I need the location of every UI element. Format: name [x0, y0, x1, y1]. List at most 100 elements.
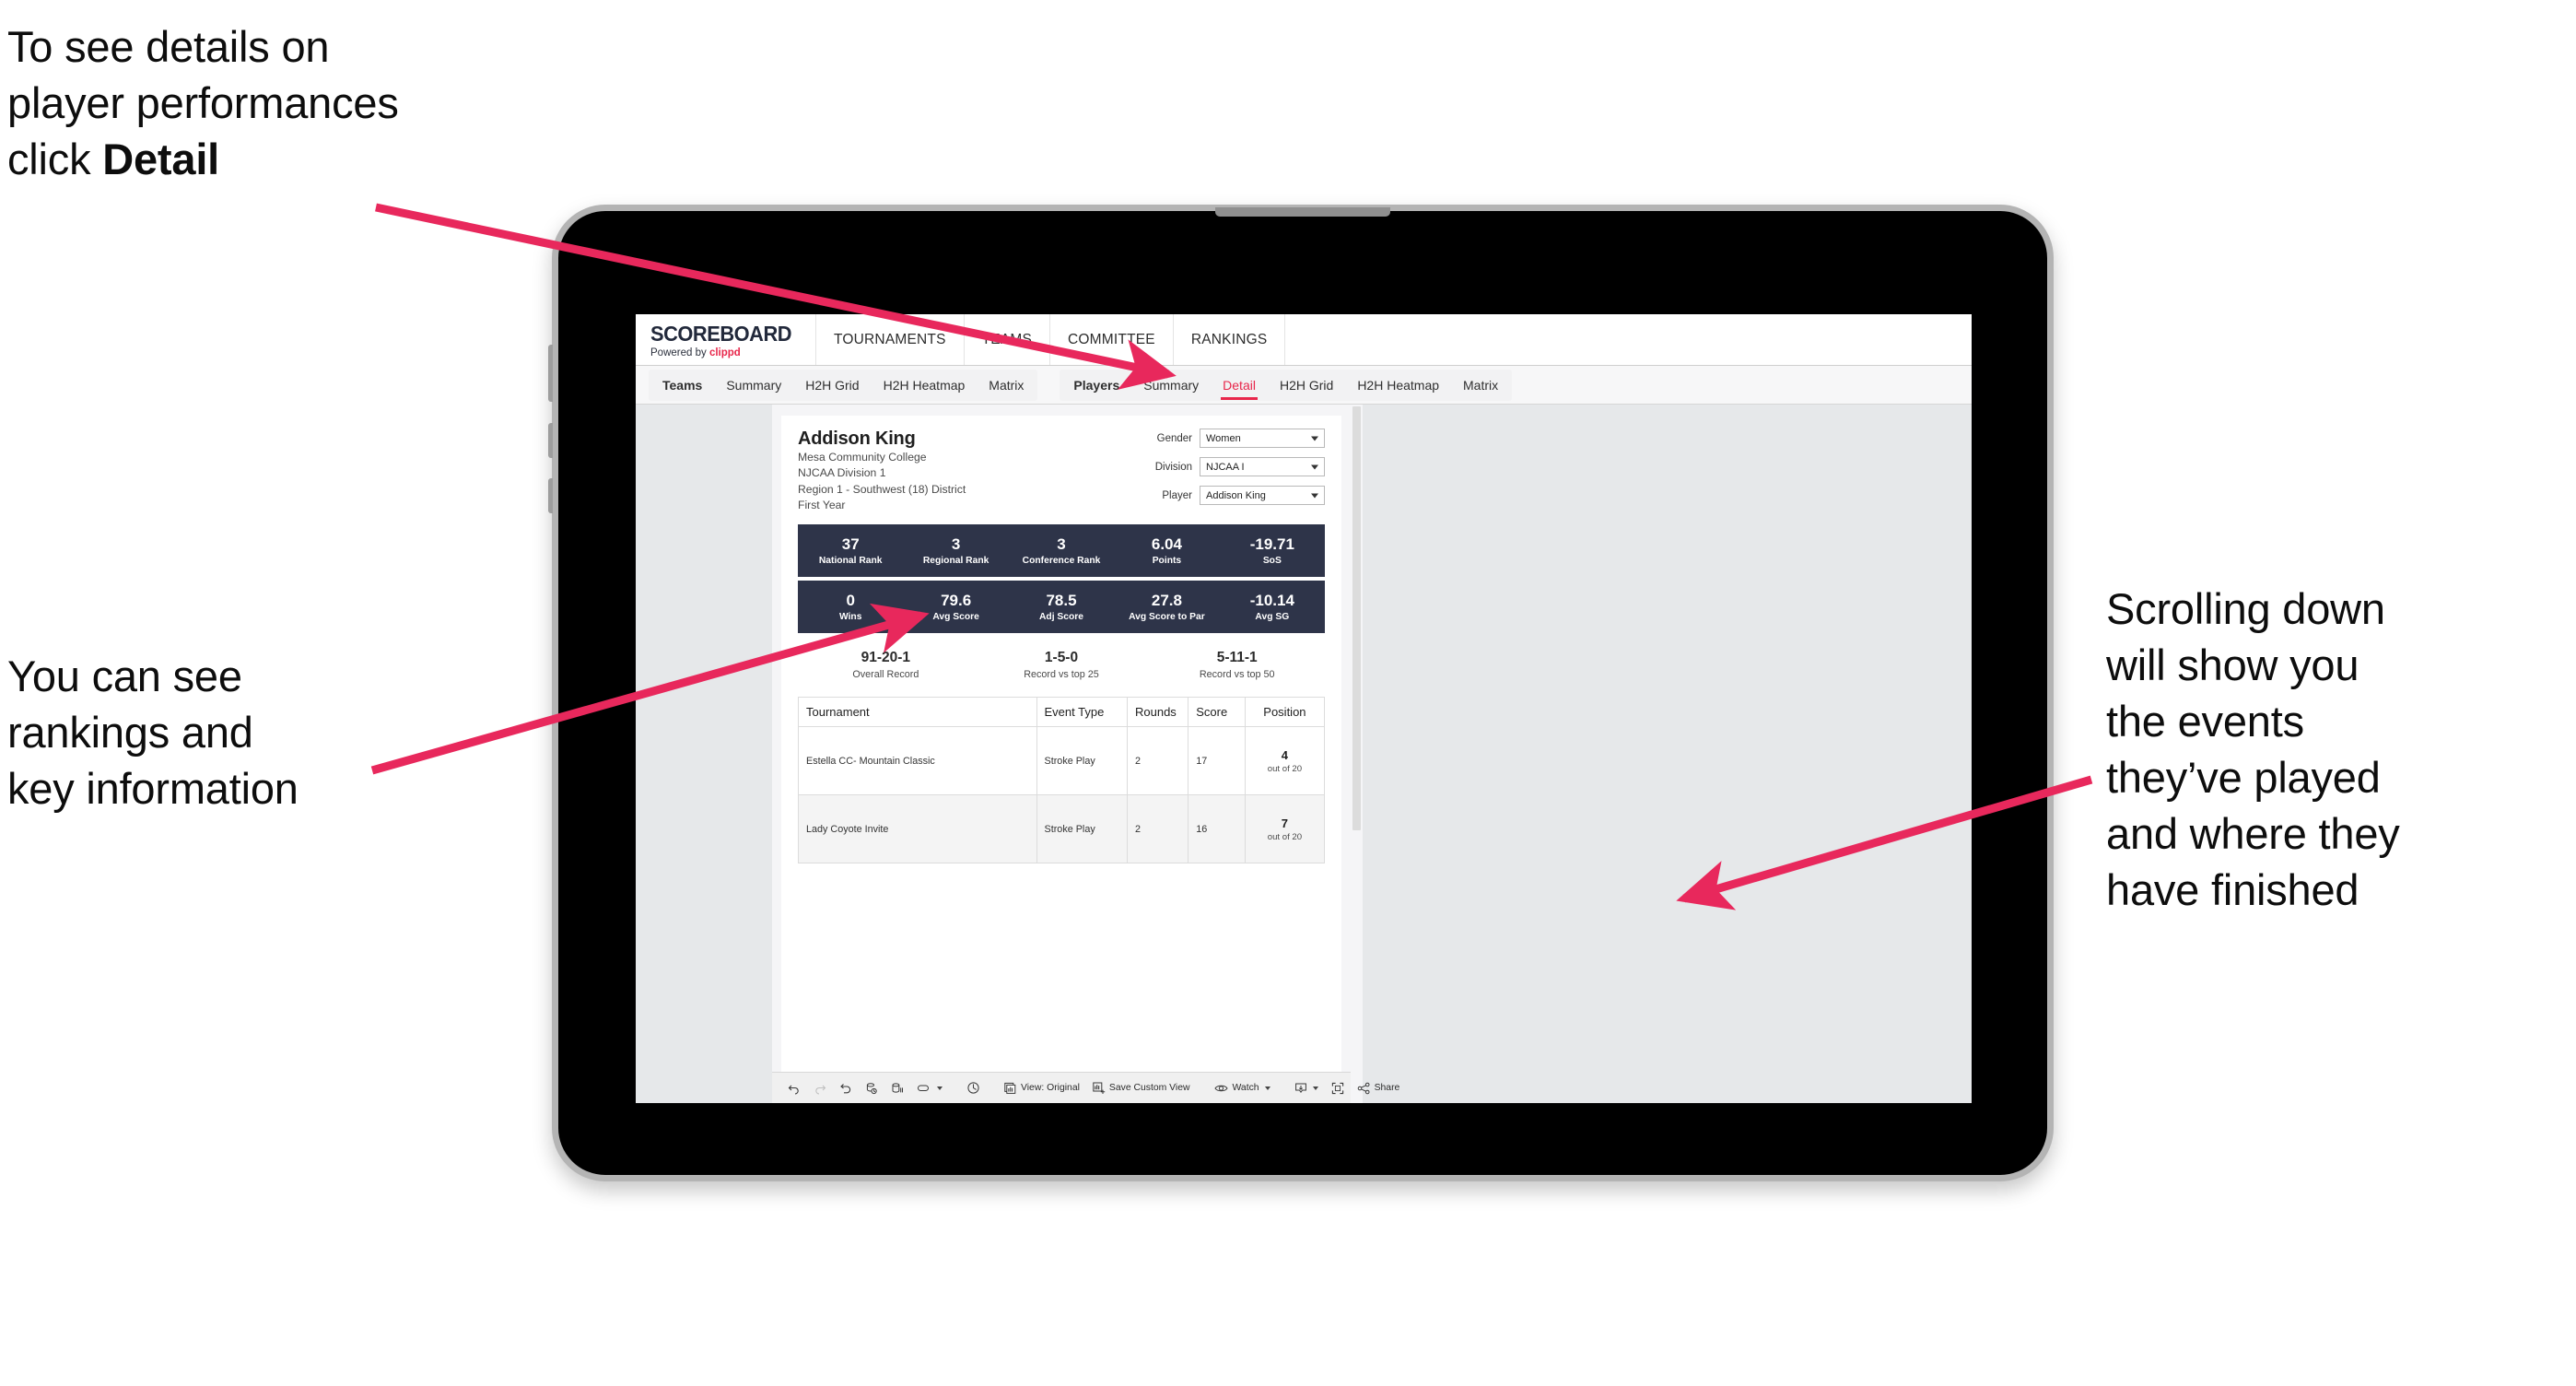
filter-label-player: Player — [1162, 489, 1192, 501]
view-original-button[interactable]: View: Original — [998, 1077, 1086, 1099]
redo-button[interactable] — [807, 1077, 833, 1099]
tab-players-summary[interactable]: Summary — [1131, 370, 1211, 401]
filter-label-gender: Gender — [1156, 432, 1192, 444]
cell-rounds: 2 — [1126, 794, 1189, 864]
pause-refresh-button[interactable] — [960, 1077, 987, 1099]
table-header-row: Tournament Event Type Rounds Score Posit… — [798, 697, 1326, 728]
filter-row-division: Division NJCAA I — [1142, 457, 1325, 476]
stat-conference-rank: 3 Conference Rank — [1009, 535, 1114, 566]
player-detail-card: Addison King Mesa Community College NJCA… — [781, 416, 1341, 864]
tablet-speaker-notch — [1215, 207, 1390, 217]
division-select-value: NJCAA I — [1206, 461, 1245, 473]
stat-adj-score: 78.5 Adj Score — [1009, 592, 1114, 622]
record-label: Record vs top 25 — [1024, 669, 1099, 681]
tab-teams-h2h-grid[interactable]: H2H Grid — [793, 370, 871, 401]
filter-label-division: Division — [1154, 461, 1192, 473]
nav-item-teams[interactable]: TEAMS — [965, 314, 1051, 365]
record-vs-top-50: 5-11-1 Record vs top 50 — [1149, 650, 1325, 680]
save-custom-view-label: Save Custom View — [1108, 1083, 1190, 1093]
fullscreen-icon — [1331, 1082, 1343, 1094]
column-header-tournament[interactable]: Tournament — [798, 697, 1037, 728]
chevron-down-icon — [1311, 436, 1318, 440]
eye-icon — [1213, 1085, 1228, 1091]
stat-label: Regional Rank — [922, 556, 989, 567]
tournaments-table: Tournament Event Type Rounds Score Posit… — [798, 697, 1326, 864]
download-button[interactable] — [1288, 1077, 1325, 1099]
pause-auto-update-button[interactable] — [910, 1077, 949, 1099]
column-header-score[interactable]: Score — [1188, 697, 1246, 728]
record-label: Overall Record — [852, 669, 919, 681]
stat-value: 3 — [1057, 535, 1066, 554]
nav-item-rankings[interactable]: RANKINGS — [1174, 314, 1286, 365]
cell-position: 7 out of 20 — [1244, 794, 1326, 864]
division-select[interactable]: NJCAA I — [1200, 457, 1325, 476]
filter-panel: Gender Women Division NJCAA I Player Add… — [1142, 429, 1325, 514]
pause-data-button[interactable] — [884, 1077, 910, 1099]
chevron-down-icon — [1311, 464, 1318, 469]
stat-points: 6.04 Points — [1114, 535, 1219, 566]
tab-teams-h2h-heatmap[interactable]: H2H Heatmap — [872, 370, 978, 401]
table-row[interactable]: Lady Coyote Invite Stroke Play 2 16 7 ou… — [798, 794, 1326, 864]
record-value: 1-5-0 — [1044, 650, 1079, 666]
tab-teams-matrix[interactable]: Matrix — [977, 370, 1036, 401]
column-header-rounds[interactable]: Rounds — [1126, 697, 1189, 728]
loop-icon — [918, 1085, 929, 1091]
player-select[interactable]: Addison King — [1200, 486, 1325, 505]
records-row: 91-20-1 Overall Record 1-5-0 Record vs t… — [798, 637, 1325, 693]
refresh-data-button[interactable] — [859, 1077, 884, 1099]
annotation-mid-left: You can see rankings and key information — [7, 648, 523, 816]
redo-icon — [815, 1085, 826, 1094]
logo-powered-text: Powered by — [650, 346, 709, 358]
tab-players-heading: Players — [1073, 377, 1120, 393]
nav-item-committee[interactable]: COMMITTEE — [1050, 314, 1174, 365]
record-value: 91-20-1 — [861, 650, 911, 666]
scrollbar-thumb[interactable] — [1352, 406, 1361, 830]
clock-icon — [967, 1082, 979, 1094]
annotation-line: will show you — [2106, 640, 2359, 690]
annotation-top-left: To see details on player performances cl… — [7, 18, 615, 187]
annotation-line: Scrolling down — [2106, 584, 2385, 633]
view-original-label: View: Original — [1021, 1083, 1080, 1093]
app-logo[interactable]: SCOREBOARD Powered by clippd — [636, 314, 816, 365]
player-select-value: Addison King — [1206, 489, 1266, 501]
gender-select[interactable]: Women — [1200, 429, 1325, 448]
stat-label: Conference Rank — [1022, 556, 1101, 567]
nav-item-tournaments[interactable]: TOURNAMENTS — [816, 314, 965, 365]
refresh-icon — [866, 1082, 877, 1094]
annotation-line: player performances — [7, 78, 399, 128]
tab-teams-heading: Teams — [662, 377, 703, 393]
stat-national-rank: 37 National Rank — [798, 535, 903, 566]
record-vs-top-25: 1-5-0 Record vs top 25 — [974, 650, 1150, 680]
save-custom-view-button[interactable]: Save Custom View — [1086, 1077, 1197, 1099]
dashboard-sheet: Addison King Mesa Community College NJCA… — [772, 405, 1351, 1103]
tab-players-h2h-grid[interactable]: H2H Grid — [1268, 370, 1345, 401]
tab-players-h2h-heatmap[interactable]: H2H Heatmap — [1345, 370, 1451, 401]
stat-label: Adj Score — [1038, 612, 1084, 623]
watch-button[interactable]: Watch — [1208, 1077, 1277, 1099]
fullscreen-button[interactable] — [1325, 1077, 1351, 1099]
undo-button[interactable] — [781, 1077, 807, 1099]
column-header-position[interactable]: Position — [1244, 697, 1326, 728]
annotation-line-prefix: click — [7, 135, 103, 184]
revert-icon — [840, 1083, 851, 1093]
annotation-right: Scrolling down will show you the events … — [2106, 581, 2558, 919]
tab-players-matrix[interactable]: Matrix — [1451, 370, 1510, 401]
stat-sos: -19.71 SoS — [1220, 535, 1325, 566]
tab-teams-summary[interactable]: Summary — [714, 370, 793, 401]
tablet-volume-down-button — [548, 478, 553, 513]
view-icon — [1004, 1082, 1016, 1094]
share-button[interactable]: Share — [1351, 1077, 1407, 1099]
revert-button[interactable] — [833, 1077, 859, 1099]
app-top-navigation: SCOREBOARD Powered by clippd TOURNAMENTS… — [636, 314, 1972, 366]
column-header-event-type[interactable]: Event Type — [1036, 697, 1129, 728]
tab-players-detail[interactable]: Detail — [1211, 370, 1268, 401]
tablet-device-frame: SCOREBOARD Powered by clippd TOURNAMENTS… — [548, 205, 2054, 1181]
record-value: 5-11-1 — [1216, 650, 1258, 666]
annotation-line: the events — [2106, 697, 2304, 746]
stat-value: 0 — [846, 592, 855, 610]
dashboard-vertical-scrollbar[interactable] — [1351, 405, 1363, 1103]
position-value: 7 — [1281, 816, 1289, 830]
stat-value: 27.8 — [1151, 592, 1182, 610]
annotation-line: You can see — [7, 652, 242, 700]
table-row[interactable]: Estella CC- Mountain Classic Stroke Play… — [798, 726, 1326, 796]
